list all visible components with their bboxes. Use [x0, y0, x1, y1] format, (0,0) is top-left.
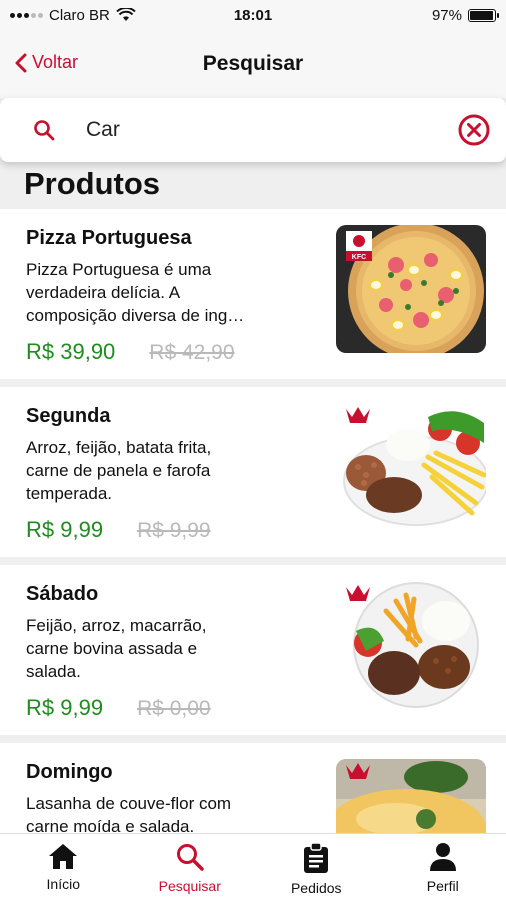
search-icon [34, 120, 55, 141]
tab-label: Perfil [426, 878, 459, 894]
product-card-pizza-portuguesa[interactable]: Pizza Portuguesa Pizza Portuguesa é uma … [0, 209, 506, 379]
product-card-sabado[interactable]: Sábado Feijão, arroz, macarrão, carne bo… [0, 565, 506, 735]
back-label: Voltar [32, 52, 79, 72]
carrier-label: Claro BR [49, 6, 110, 24]
product-description: Feijão, arroz, macarrão, carne bovina as… [26, 616, 207, 681]
person-icon [429, 843, 456, 871]
product-image-segunda [336, 403, 486, 531]
tab-inicio[interactable]: Início [0, 834, 127, 900]
product-description: Arroz, feijão, batata frita, carne de pa… [26, 438, 212, 503]
tab-perfil[interactable]: Perfil [380, 834, 506, 900]
product-description: Pizza Portuguesa é uma verdadeira delíci… [26, 260, 245, 325]
product-image-pizza: KFC [336, 225, 486, 353]
battery-icon [468, 8, 499, 22]
section-title: Produtos [24, 166, 161, 201]
status-left: Claro BR [10, 7, 136, 24]
battery-percent: 97% [431, 6, 462, 24]
product-price: R$ 39,90 [26, 339, 116, 364]
wifi-icon [116, 8, 136, 21]
product-image-domingo [336, 759, 486, 833]
product-old-price: R$ 9,99 [137, 519, 211, 542]
tab-label: Pesquisar [158, 878, 221, 894]
battery-fill [470, 10, 494, 20]
product-card-segunda[interactable]: Segunda Arroz, feijão, batata frita, car… [0, 387, 506, 557]
product-old-price: R$ 42,90 [149, 341, 235, 364]
tab-pesquisar[interactable]: Pesquisar [127, 834, 254, 900]
product-prices: R$ 9,99 R$ 0,00 [26, 695, 211, 721]
product-prices: R$ 39,90 R$ 42,90 [26, 339, 235, 365]
signal-icon [10, 12, 43, 18]
nav-bar: Voltar Pesquisar [0, 30, 506, 98]
product-list: Pizza Portuguesa Pizza Portuguesa é uma … [0, 209, 506, 833]
product-price: R$ 9,99 [26, 517, 104, 542]
product-description: Lasanha de couve-flor com carne moída e … [26, 794, 232, 833]
product-price: R$ 9,99 [26, 695, 104, 720]
product-prices: R$ 9,99 R$ 9,99 [26, 517, 211, 543]
clipboard-icon [304, 842, 329, 873]
search-bar [0, 98, 506, 162]
chevron-left-icon [15, 53, 27, 72]
home-icon [49, 844, 78, 869]
status-right: 97% [431, 6, 499, 24]
clear-search-button[interactable] [456, 112, 492, 148]
product-card-domingo[interactable]: Domingo Lasanha de couve-flor com carne … [0, 743, 506, 833]
tab-bar: Início Pesquisar Pedidos Perfil [0, 833, 506, 900]
product-old-price: R$ 0,00 [137, 697, 211, 720]
svg-text:KFC: KFC [352, 254, 366, 261]
search-icon [176, 844, 204, 871]
tab-label: Pedidos [290, 880, 342, 896]
status-bar: Claro BR 18:01 97% [0, 0, 506, 30]
back-button[interactable]: Voltar [14, 52, 78, 73]
clear-icon [458, 114, 490, 146]
tab-pedidos[interactable]: Pedidos [253, 834, 380, 900]
product-image-sabado [336, 581, 486, 709]
tab-label: Início [46, 876, 80, 892]
search-input[interactable] [86, 118, 456, 142]
